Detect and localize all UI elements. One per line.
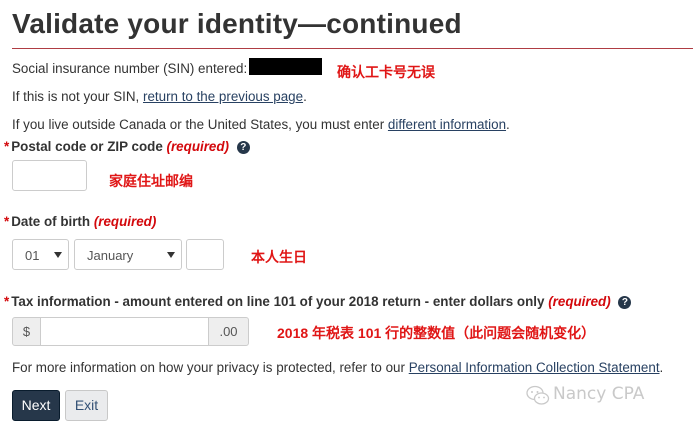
postal-annotation: 家庭住址邮编 — [109, 173, 193, 189]
outside-canada-period: . — [506, 117, 510, 132]
dollar-prefix: $ — [12, 317, 41, 346]
postal-code-label-text: Postal code or ZIP code — [11, 139, 163, 154]
outside-canada-line: If you live outside Canada or the United… — [12, 117, 510, 132]
help-icon[interactable]: ? — [236, 141, 250, 154]
dob-month-value: January — [87, 248, 134, 263]
postal-required-tag: (required) — [166, 139, 230, 154]
different-information-link[interactable]: different information — [388, 117, 506, 132]
dob-year-input[interactable] — [186, 239, 224, 270]
sin-redacted — [249, 58, 322, 75]
wechat-icon — [526, 385, 550, 412]
required-asterisk: * — [4, 214, 10, 229]
dob-month-select[interactable]: January — [74, 239, 182, 270]
sin-label: Social insurance number (SIN) entered: — [12, 61, 248, 76]
required-asterisk: * — [4, 294, 10, 309]
not-your-sin-text: If this is not your SIN, — [12, 89, 140, 104]
dob-label: * Date of birth (required) — [4, 214, 156, 229]
cents-suffix: .00 — [208, 317, 249, 346]
sin-annotation: 确认工卡号无误 — [337, 64, 435, 80]
dob-required-tag: (required) — [93, 214, 157, 229]
title-divider — [12, 48, 693, 49]
privacy-text: For more information on how your privacy… — [12, 360, 405, 375]
tax-annotation: 2018 年税表 101 行的整数值（此问题会随机变化） — [277, 325, 596, 341]
return-previous-page-link[interactable]: return to the previous page — [143, 89, 303, 104]
outside-canada-text: If you live outside Canada or the United… — [12, 117, 385, 132]
page-title: Validate your identity—continued — [12, 8, 462, 39]
postal-code-label: * Postal code or ZIP code (required) ? — [4, 139, 250, 154]
dob-day-value: 01 — [25, 248, 40, 263]
dob-label-text: Date of birth — [11, 214, 91, 229]
tax-amount-input[interactable] — [40, 317, 209, 346]
privacy-period: . — [659, 360, 664, 375]
exit-button[interactable]: Exit — [65, 390, 108, 421]
sin-line: Social insurance number (SIN) entered: — [12, 61, 247, 76]
chevron-down-icon — [54, 252, 62, 258]
postal-code-input[interactable] — [12, 160, 87, 191]
chevron-down-icon — [167, 252, 175, 258]
not-your-sin-period: . — [303, 89, 307, 104]
privacy-line: For more information on how your privacy… — [12, 360, 663, 375]
tax-required-tag: (required) — [548, 294, 611, 309]
required-asterisk: * — [4, 139, 10, 154]
help-icon[interactable]: ? — [618, 296, 632, 309]
privacy-statement-link[interactable]: Personal Information Collection Statemen… — [409, 360, 660, 375]
tax-info-label-text: Tax information - amount entered on line… — [11, 294, 545, 309]
tax-info-label: * Tax information - amount entered on lin… — [4, 294, 632, 309]
not-your-sin-line: If this is not your SIN, return to the p… — [12, 89, 307, 104]
next-button[interactable]: Next — [12, 390, 60, 421]
watermark-text: Nancy CPA — [553, 384, 645, 404]
dob-annotation: 本人生日 — [251, 249, 307, 265]
dob-day-select[interactable]: 01 — [12, 239, 69, 270]
